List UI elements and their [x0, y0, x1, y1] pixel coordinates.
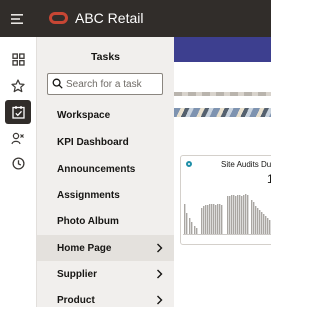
task-item-label: Workspace [57, 109, 111, 121]
banner-image-band [174, 108, 271, 117]
task-item-workspace[interactable]: Workspace [37, 102, 174, 128]
search-icon[interactable] [52, 78, 64, 90]
rail-grid-button[interactable] [5, 47, 31, 71]
oracle-logo[interactable] [49, 12, 68, 24]
chevron-right-icon [156, 295, 164, 305]
clock-icon [11, 156, 25, 170]
chevron-right-icon [156, 269, 164, 279]
task-search-input[interactable] [66, 78, 162, 90]
star-icon [11, 79, 25, 93]
task-item-kpi-dashboard[interactable]: KPI Dashboard [37, 129, 174, 155]
task-item-assignments[interactable]: Assignments [37, 182, 174, 208]
rail-recent-button[interactable] [5, 151, 31, 175]
hamburger-menu-button[interactable] [6, 9, 28, 29]
task-item-label: Photo Album [57, 215, 119, 227]
task-item-supplier[interactable]: Supplier [37, 261, 174, 287]
kpi-card[interactable]: Site Audits Due 1 [180, 155, 271, 245]
app-title: ABC Retail [75, 10, 144, 26]
header-bar: ABC Retail [0, 0, 271, 37]
navigation-rail [0, 37, 37, 307]
hamburger-menu-icon [11, 14, 23, 24]
rail-tasks-button[interactable] [5, 100, 31, 124]
tasks-panel: Tasks Workspace KPI Dashboard Announceme… [37, 37, 174, 307]
task-item-home-page[interactable]: Home Page [37, 235, 174, 261]
task-item-announcements[interactable]: Announcements [37, 156, 174, 182]
banner-image-strip [174, 92, 271, 96]
user-assign-icon [11, 132, 24, 144]
task-item-label: Product [57, 294, 95, 306]
task-item-label: Home Page [57, 242, 112, 254]
main-content: Site Audits Due 1 [174, 37, 271, 307]
grid-icon [11, 52, 25, 66]
task-item-label: Announcements [57, 163, 136, 175]
rail-favorites-button[interactable] [5, 74, 31, 98]
tasks-panel-title: Tasks [91, 51, 120, 63]
rail-assignments-button[interactable] [5, 126, 31, 150]
kpi-sparkline-chart [183, 194, 271, 235]
task-item-product[interactable]: Product [37, 287, 174, 313]
task-item-label: Assignments [57, 189, 120, 201]
task-item-label: Supplier [57, 268, 98, 280]
task-item-photo-album[interactable]: Photo Album [37, 208, 174, 234]
tasks-icon [11, 106, 25, 119]
task-search-box [47, 73, 163, 95]
task-item-label: KPI Dashboard [57, 136, 129, 148]
page-banner [174, 37, 271, 62]
chevron-right-icon [156, 243, 164, 253]
